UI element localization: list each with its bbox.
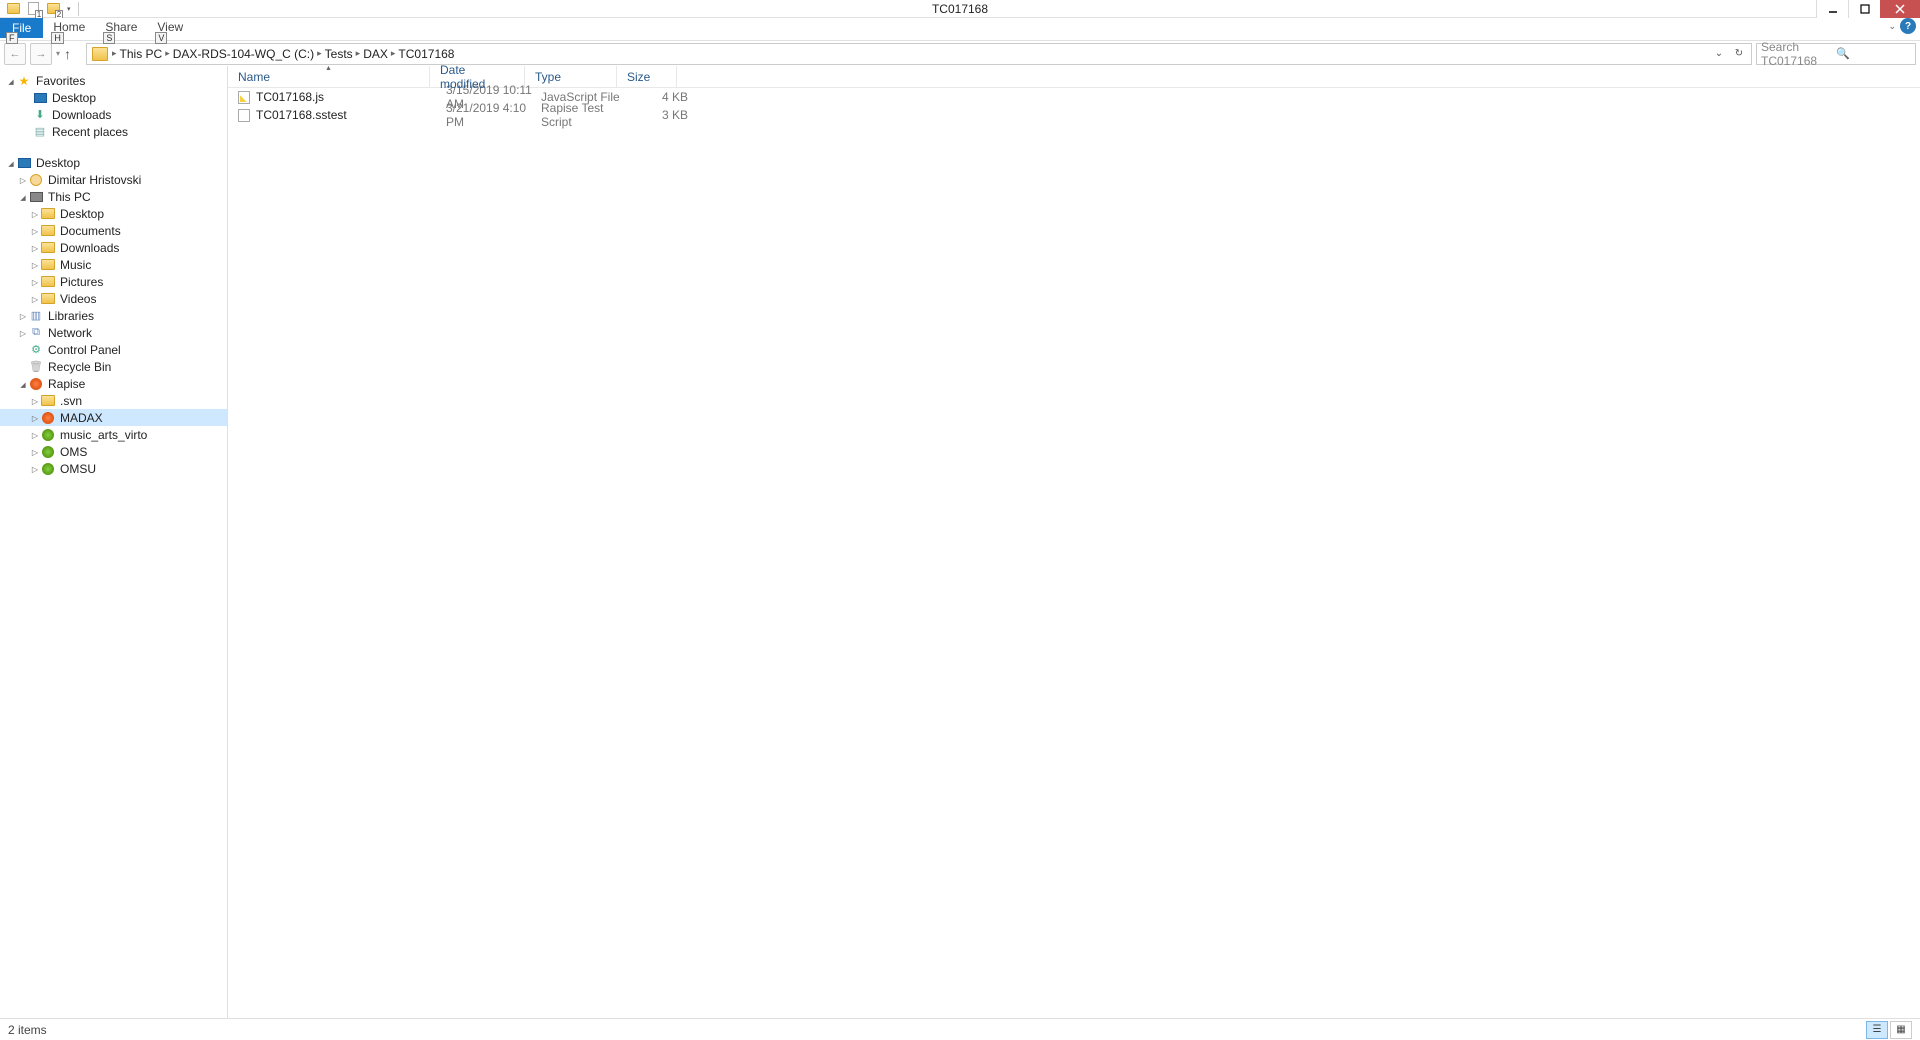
close-button[interactable]: [1880, 0, 1920, 18]
tree-item[interactable]: This PC: [0, 188, 227, 205]
main-area: ★FavoritesDesktop⬇Downloads▤Recent place…: [0, 66, 1920, 1018]
search-input[interactable]: Search TC017168 🔍: [1756, 43, 1916, 65]
qat-customize-dropdown[interactable]: ▾: [64, 5, 74, 13]
tree-item[interactable]: MADAX: [0, 409, 227, 426]
ribbon-tab-home[interactable]: Home H: [43, 18, 95, 36]
status-text: 2 items: [8, 1023, 47, 1037]
search-icon: 🔍: [1836, 47, 1911, 60]
tree-item[interactable]: ⧉Network: [0, 324, 227, 341]
refresh-button[interactable]: ↻: [1729, 44, 1749, 64]
file-name: TC017168.js: [256, 90, 446, 104]
ribbon: File F Home H Share S View V ⌄ ?: [0, 18, 1920, 40]
tree-item[interactable]: music_arts_virto: [0, 426, 227, 443]
navigation-bar: ← → ▾ ↑ ▸ This PC ▸ DAX-RDS-104-WQ_C (C:…: [0, 40, 1920, 66]
tree-item[interactable]: Desktop: [0, 205, 227, 222]
file-type: Rapise Test Script: [541, 101, 633, 129]
window-controls: [1816, 0, 1920, 18]
ribbon-file-tab[interactable]: File F: [0, 18, 43, 38]
qat-separator: [78, 2, 79, 16]
keytip-home: H: [51, 32, 64, 44]
tree-item[interactable]: .svn: [0, 392, 227, 409]
forward-button[interactable]: →: [30, 43, 52, 65]
column-date[interactable]: Date modified: [430, 66, 525, 87]
back-button[interactable]: ←: [4, 43, 26, 65]
file-size: 3 KB: [633, 108, 688, 122]
tree-item[interactable]: Dimitar Hristovski: [0, 171, 227, 188]
tree-favorites[interactable]: ★Favorites: [0, 72, 227, 89]
tree-item[interactable]: ⚙Control Panel: [0, 341, 227, 358]
tree-item[interactable]: Music: [0, 256, 227, 273]
ribbon-expand-icon[interactable]: ⌄: [1888, 21, 1896, 32]
file-size: 4 KB: [633, 90, 688, 104]
qat-newfolder-icon[interactable]: 2: [44, 1, 62, 17]
breadcrumb-dax[interactable]: DAX: [361, 47, 390, 61]
title-bar: 1 2 ▾ TC017168: [0, 0, 1920, 18]
tree-item[interactable]: Pictures: [0, 273, 227, 290]
column-name[interactable]: Name: [228, 66, 430, 87]
address-folder-icon: [92, 47, 108, 61]
breadcrumb-this-pc[interactable]: This PC: [118, 47, 165, 61]
file-icon: [236, 90, 252, 104]
keytip-share: S: [103, 32, 115, 44]
recent-locations-dropdown[interactable]: ▾: [56, 49, 60, 58]
minimize-button[interactable]: [1816, 0, 1848, 18]
keytip-file: F: [6, 32, 18, 44]
ribbon-tab-share[interactable]: Share S: [95, 18, 147, 36]
content-pane[interactable]: Name Date modified Type Size TC017168.js…: [228, 66, 1920, 1018]
address-bar[interactable]: ▸ This PC ▸ DAX-RDS-104-WQ_C (C:) ▸ Test…: [86, 43, 1752, 65]
tree-item[interactable]: 🗑Recycle Bin: [0, 358, 227, 375]
keytip-view: V: [155, 32, 167, 44]
view-details-button[interactable]: ☰: [1866, 1021, 1888, 1039]
tree-fav-item[interactable]: ⬇Downloads: [0, 106, 227, 123]
help-icon[interactable]: ?: [1900, 18, 1916, 34]
tree-item[interactable]: OMS: [0, 443, 227, 460]
qat-properties-icon[interactable]: 1: [24, 1, 42, 17]
tree-fav-item[interactable]: ▤Recent places: [0, 123, 227, 140]
column-headers: Name Date modified Type Size: [228, 66, 1920, 88]
tree-fav-item[interactable]: Desktop: [0, 89, 227, 106]
tree-item[interactable]: Desktop: [0, 154, 227, 171]
tree-item[interactable]: OMSU: [0, 460, 227, 477]
tree-item[interactable]: ▥Libraries: [0, 307, 227, 324]
up-button[interactable]: ↑: [64, 46, 82, 62]
file-icon: [236, 108, 252, 122]
breadcrumb-tests[interactable]: Tests: [323, 47, 355, 61]
column-type[interactable]: Type: [525, 66, 617, 87]
file-name: TC017168.sstest: [256, 108, 446, 122]
window-title: TC017168: [932, 2, 988, 16]
tree-item[interactable]: Documents: [0, 222, 227, 239]
tree-item[interactable]: Videos: [0, 290, 227, 307]
breadcrumb-current[interactable]: TC017168: [396, 47, 456, 61]
maximize-button[interactable]: [1848, 0, 1880, 18]
file-list: TC017168.js3/15/2019 10:11 AMJavaScript …: [228, 88, 1920, 124]
view-thumbnails-button[interactable]: ▦: [1890, 1021, 1912, 1039]
status-bar: 2 items ☰ ▦: [0, 1018, 1920, 1040]
tree-item[interactable]: Downloads: [0, 239, 227, 256]
file-date: 3/21/2019 4:10 PM: [446, 101, 541, 129]
address-dropdown[interactable]: ⌄: [1709, 44, 1729, 64]
search-placeholder: Search TC017168: [1761, 40, 1836, 68]
navigation-pane[interactable]: ★FavoritesDesktop⬇Downloads▤Recent place…: [0, 66, 228, 1018]
breadcrumb-drive[interactable]: DAX-RDS-104-WQ_C (C:): [171, 47, 316, 61]
column-size[interactable]: Size: [617, 66, 677, 87]
tree-item[interactable]: Rapise: [0, 375, 227, 392]
file-row[interactable]: TC017168.sstest3/21/2019 4:10 PMRapise T…: [228, 106, 1920, 124]
ribbon-tab-view[interactable]: View V: [147, 18, 193, 36]
quick-access-toolbar: 1 2 ▾: [0, 1, 81, 17]
qat-folder-icon[interactable]: [4, 1, 22, 17]
